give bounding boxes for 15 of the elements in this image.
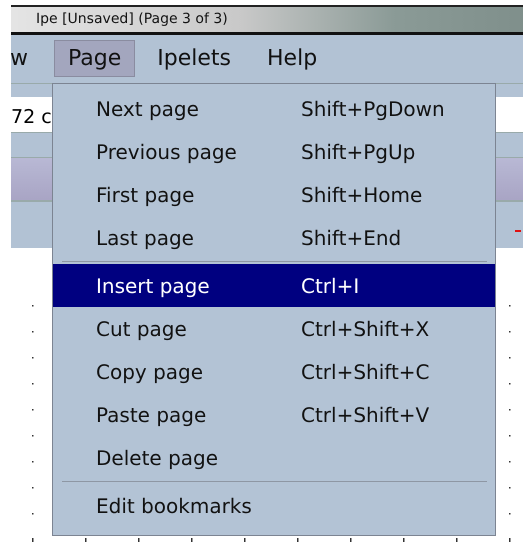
menu-bar-item[interactable]: Help bbox=[253, 40, 332, 78]
menu-item[interactable]: Edit bookmarks bbox=[53, 484, 495, 527]
menu-bar-item[interactable]: w bbox=[9, 40, 42, 78]
menu-bar-item[interactable]: Ipelets bbox=[143, 40, 245, 78]
menu-item[interactable]: Paste page Ctrl+Shift+V bbox=[53, 393, 495, 436]
menu-item[interactable]: Last page Shift+End bbox=[53, 216, 495, 259]
menu-item[interactable]: Copy page Ctrl+Shift+C bbox=[53, 350, 495, 393]
tick-mark bbox=[515, 230, 521, 232]
menu-item[interactable]: Delete page bbox=[53, 436, 495, 479]
menu-item[interactable]: First page Shift+Home bbox=[53, 173, 495, 216]
menu-item[interactable]: Insert page Ctrl+I bbox=[53, 264, 495, 307]
menu-item[interactable]: Cut page Ctrl+Shift+X bbox=[53, 307, 495, 350]
window-title: Ipe [Unsaved] (Page 3 of 3) bbox=[35, 11, 228, 28]
menu-item[interactable]: Previous page Shift+PgUp bbox=[53, 130, 495, 173]
menu-bar-item[interactable]: Page bbox=[54, 40, 136, 78]
